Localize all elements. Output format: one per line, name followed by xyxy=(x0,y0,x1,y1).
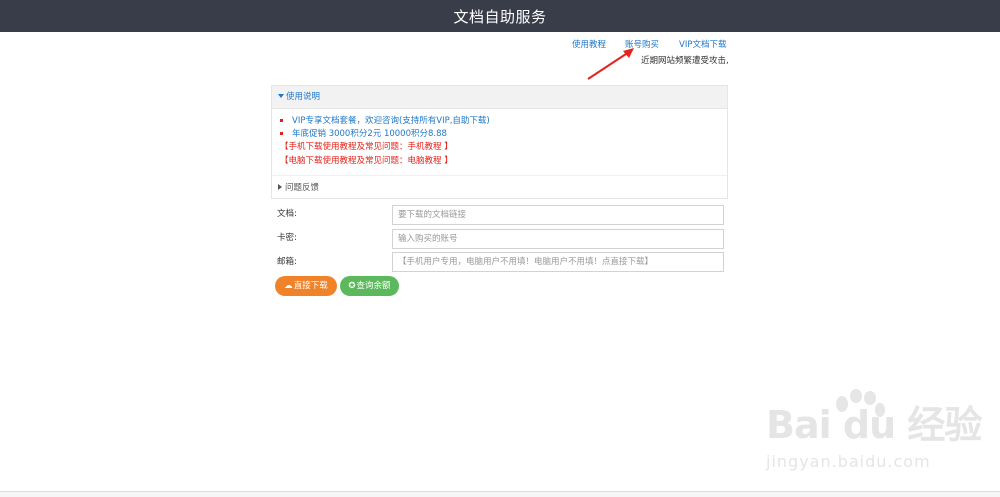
panel-body: VIP专享文档套餐，欢迎咨询(支持所有VIP,自助下载) 年底促销 3000积分… xyxy=(272,109,727,168)
search-icon: ✪ xyxy=(348,281,356,291)
card-key-input[interactable]: 输入购买的账号 xyxy=(392,229,724,249)
pc-tutorial-link[interactable]: 【电脑下载使用教程及常见问题：电脑教程 】 xyxy=(280,155,727,168)
baidu-jingyan-watermark: Bai du 经验 jingyan.baidu.com xyxy=(766,388,996,478)
bottom-status-bar xyxy=(0,491,1000,497)
bullet-icon xyxy=(280,132,283,135)
email-label: 邮箱: xyxy=(277,257,297,267)
mobile-tutorial-link[interactable]: 【手机下载使用教程及常见问题：手机教程 】 xyxy=(280,141,727,154)
email-input[interactable]: 【手机用户专用，电脑用户不用填！电脑用户不用填！点直接下载】 xyxy=(392,252,724,272)
direct-download-button[interactable]: ☁直接下载 xyxy=(275,276,337,296)
query-balance-button[interactable]: ✪查询余额 xyxy=(340,276,399,296)
doc-link-input[interactable]: 要下载的文档链接 xyxy=(392,205,724,225)
feedback-label: 问题反馈 xyxy=(285,183,320,193)
list-item: VIP专享文档套餐，欢迎咨询(支持所有VIP,自助下载) xyxy=(280,115,727,127)
bullet-icon xyxy=(280,119,283,122)
panel-header[interactable]: 使用说明 xyxy=(272,86,727,109)
notice-text: 近期网站频繁遭受攻击, xyxy=(641,56,729,66)
watermark-brand: Bai du 经验 xyxy=(766,403,982,447)
feedback-section[interactable]: 问题反馈 xyxy=(272,175,727,199)
page-title: 文档自助服务 xyxy=(453,8,547,26)
info-list: VIP专享文档套餐，欢迎咨询(支持所有VIP,自助下载) 年底促销 3000积分… xyxy=(280,115,727,140)
cloud-download-icon: ☁ xyxy=(284,281,293,291)
list-item: 年底促销 3000积分2元 10000积分8.88 xyxy=(280,128,727,140)
top-links: 使用教程 账号购买 VIP文档下载 xyxy=(0,38,1000,50)
caret-down-icon xyxy=(278,94,284,98)
doc-label: 文档: xyxy=(277,209,297,219)
top-header: 文档自助服务 xyxy=(0,0,1000,32)
caret-right-icon xyxy=(278,184,282,190)
watermark-url: jingyan.baidu.com xyxy=(766,452,931,471)
panel-title: 使用说明 xyxy=(286,92,321,102)
card-label: 卡密: xyxy=(277,233,297,243)
instructions-panel: 使用说明 VIP专享文档套餐，欢迎咨询(支持所有VIP,自助下载) 年底促销 3… xyxy=(271,85,728,199)
link-vip-download[interactable]: VIP文档下载 xyxy=(679,38,726,50)
red-arrow-annotation xyxy=(587,48,634,80)
